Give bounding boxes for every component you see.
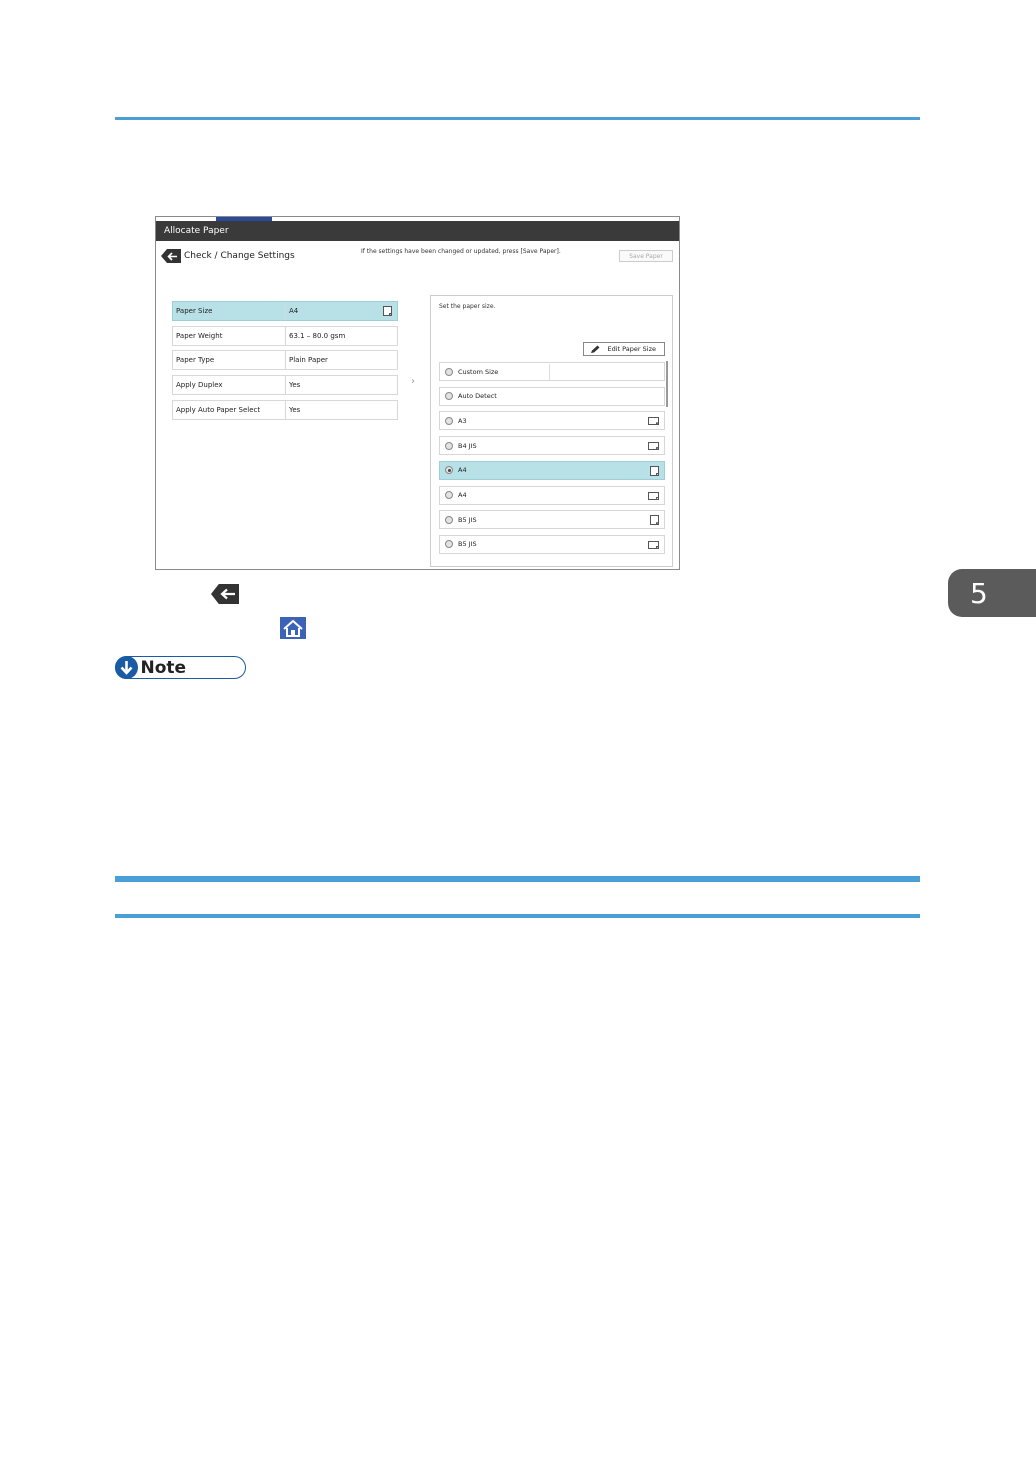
radio-button[interactable] — [445, 515, 453, 524]
back-button[interactable] — [161, 249, 181, 263]
option-label: B5 JIS — [458, 515, 477, 524]
radio-button[interactable] — [445, 491, 453, 499]
radio-button[interactable] — [445, 416, 453, 425]
panel-title: Set the paper size. — [439, 303, 496, 310]
setting-label: Paper Size — [173, 302, 286, 320]
house-icon — [283, 619, 303, 637]
option-label: B5 JIS — [458, 540, 477, 549]
option-b4-jis[interactable]: B4 JIS — [439, 436, 665, 456]
arrow-down-icon — [114, 656, 138, 679]
setting-row-apply-auto-paper-select[interactable]: Apply Auto Paper Select Yes — [172, 399, 398, 420]
setting-label: Paper Type — [173, 351, 286, 370]
option-label: A4 — [458, 491, 467, 499]
chevron-right-icon: › — [411, 376, 415, 387]
radio-button[interactable] — [445, 540, 453, 549]
back-key-icon — [211, 584, 239, 604]
note-label: Note — [140, 657, 187, 678]
setting-label: Apply Auto Paper Select — [173, 400, 286, 419]
option-a4-portrait[interactable]: A4 — [439, 460, 665, 480]
setting-value: 63.1 – 80.0 gsm — [289, 331, 346, 340]
edit-button-label: Edit Paper Size — [607, 345, 656, 353]
setting-value: Yes — [289, 381, 301, 390]
header-rule — [115, 117, 920, 120]
titlebar: Allocate Paper — [156, 221, 679, 241]
setting-row-paper-type[interactable]: Paper Type Plain Paper — [172, 350, 398, 371]
save-paper-button[interactable]: Save Paper — [619, 250, 673, 262]
paper-size-panel: Set the paper size. Edit Paper Size Cust… — [430, 295, 673, 567]
radio-button[interactable] — [445, 392, 453, 401]
landscape-paper-icon — [648, 442, 659, 451]
option-auto-detect[interactable]: Auto Detect — [439, 386, 665, 406]
setting-value: A4 — [289, 307, 299, 315]
portrait-paper-icon — [650, 465, 659, 476]
setting-row-apply-duplex[interactable]: Apply Duplex Yes — [172, 375, 398, 396]
pencil-icon — [591, 345, 600, 353]
option-label: Auto Detect — [458, 392, 497, 401]
option-label: A4 — [458, 466, 467, 475]
allocate-paper-screenshot: Allocate Paper Check / Change Settings I… — [155, 216, 680, 570]
arrow-left-icon — [167, 251, 177, 261]
portrait-paper-icon — [383, 306, 392, 316]
option-label: Custom Size — [458, 367, 499, 376]
option-a3[interactable]: A3 — [439, 411, 665, 431]
setting-label: Paper Weight — [173, 326, 286, 345]
note-heading: Note — [114, 656, 246, 679]
divider — [549, 364, 550, 380]
radio-button-selected[interactable] — [445, 466, 453, 475]
setting-value: Yes — [289, 405, 301, 414]
section-rule-thick — [115, 876, 920, 882]
landscape-paper-icon — [648, 417, 659, 426]
edit-paper-size-button[interactable]: Edit Paper Size — [583, 342, 665, 356]
window-title: Allocate Paper — [164, 226, 229, 236]
save-hint: If the settings have been changed or upd… — [361, 248, 561, 255]
settings-list: Paper Size A4 Paper Weight 63.1 – 80.0 g… — [172, 301, 398, 424]
setting-value: Plain Paper — [289, 356, 328, 365]
setting-row-paper-size[interactable]: Paper Size A4 — [172, 301, 398, 321]
scrollbar[interactable] — [666, 361, 668, 407]
option-custom-size[interactable]: Custom Size — [439, 362, 665, 381]
chapter-tab: 5 — [948, 569, 1036, 617]
chapter-number: 5 — [970, 576, 988, 610]
option-a4-landscape[interactable]: A4 — [439, 485, 665, 505]
landscape-paper-icon — [648, 491, 659, 500]
radio-button[interactable] — [445, 367, 453, 376]
option-b5-jis-portrait[interactable]: B5 JIS — [439, 510, 665, 530]
radio-button[interactable] — [445, 441, 453, 450]
home-icon — [280, 617, 306, 639]
option-b5-jis-landscape[interactable]: B5 JIS — [439, 534, 665, 554]
back-row: Check / Change Settings — [161, 248, 295, 264]
arrow-left-icon — [219, 588, 235, 600]
setting-label: Apply Duplex — [173, 376, 286, 395]
option-label: A3 — [458, 416, 467, 425]
portrait-paper-icon — [650, 515, 659, 526]
section-rule-thin — [115, 914, 920, 918]
landscape-paper-icon — [648, 540, 659, 549]
back-label: Check / Change Settings — [184, 251, 295, 261]
option-label: B4 JIS — [458, 441, 477, 450]
setting-row-paper-weight[interactable]: Paper Weight 63.1 – 80.0 gsm — [172, 325, 398, 346]
